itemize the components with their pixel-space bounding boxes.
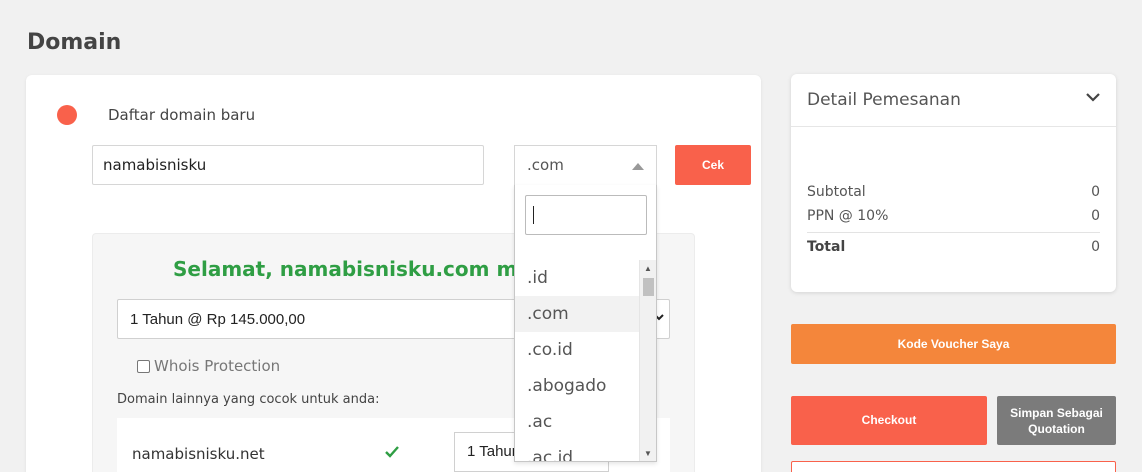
tld-select-value: .com — [527, 156, 564, 174]
order-summary-title: Detail Pemesanan — [807, 90, 961, 110]
suggestions-label: Domain lainnya yang cocok untuk anda: — [117, 392, 380, 407]
tld-option[interactable]: .ac — [515, 404, 639, 440]
subtotal-value: 0 — [1091, 184, 1100, 200]
checkout-button[interactable]: Checkout — [791, 396, 987, 445]
tld-option[interactable]: .abogado — [515, 368, 639, 404]
tld-option[interactable]: .ac.id — [515, 440, 639, 461]
chevron-down-icon[interactable] — [1084, 88, 1102, 106]
subtotal-row: Subtotal 0 — [807, 184, 1100, 200]
outline-button[interactable] — [791, 461, 1116, 472]
check-button[interactable]: Cek — [675, 145, 751, 185]
tld-search-input[interactable] — [525, 195, 647, 235]
total-value: 0 — [1091, 239, 1100, 255]
tld-select[interactable]: .com — [514, 145, 657, 185]
tax-value: 0 — [1091, 208, 1100, 224]
tld-option-list: .id .com .co.id .abogado .ac .ac.id — [515, 260, 639, 461]
tld-option-selected[interactable]: .com — [515, 296, 639, 332]
whois-protection-checkbox[interactable] — [137, 359, 150, 373]
save-quotation-button[interactable]: Simpan Sebagai Quotation — [997, 396, 1116, 445]
divider — [791, 126, 1116, 127]
suggestion-period-value: 1 Tahun — [467, 443, 521, 460]
new-domain-radio-label[interactable]: Daftar domain baru — [108, 106, 255, 124]
suggestion-domain: namabisnisku.net — [132, 445, 265, 463]
scroll-up-icon[interactable]: ▲ — [644, 264, 652, 273]
dropdown-scrollbar[interactable]: ▲ ▼ — [639, 260, 656, 461]
checkmark-icon — [384, 444, 400, 464]
caret-up-icon — [632, 163, 644, 170]
text-cursor — [533, 206, 534, 224]
tld-option[interactable]: .id — [515, 260, 639, 296]
whois-protection-option[interactable]: Whois Protection — [137, 357, 280, 375]
availability-heading: Selamat, namabisnisku.com masih — [173, 257, 564, 281]
total-label: Total — [807, 239, 846, 255]
tld-dropdown: .id .com .co.id .abogado .ac .ac.id ▲ ▼ — [514, 185, 657, 462]
tax-label: PPN @ 10% — [807, 208, 889, 224]
tld-option[interactable]: .co.id — [515, 332, 639, 368]
voucher-button[interactable]: Kode Voucher Saya — [791, 324, 1116, 364]
scrollbar-thumb[interactable] — [643, 278, 654, 296]
period-select-value: 1 Tahun @ Rp 145.000,00 — [130, 311, 306, 328]
domain-name-input[interactable]: namabisnisku — [92, 145, 484, 185]
save-quotation-line2: Quotation — [1028, 422, 1085, 436]
new-domain-radio[interactable] — [57, 105, 77, 125]
scroll-down-icon[interactable]: ▼ — [644, 449, 652, 458]
whois-protection-label: Whois Protection — [154, 357, 281, 375]
tax-row: PPN @ 10% 0 — [807, 208, 1100, 224]
total-row: Total 0 — [807, 239, 1100, 255]
save-quotation-line1: Simpan Sebagai — [1010, 406, 1103, 420]
page-title: Domain — [27, 30, 122, 55]
divider — [807, 232, 1100, 233]
subtotal-label: Subtotal — [807, 184, 866, 200]
